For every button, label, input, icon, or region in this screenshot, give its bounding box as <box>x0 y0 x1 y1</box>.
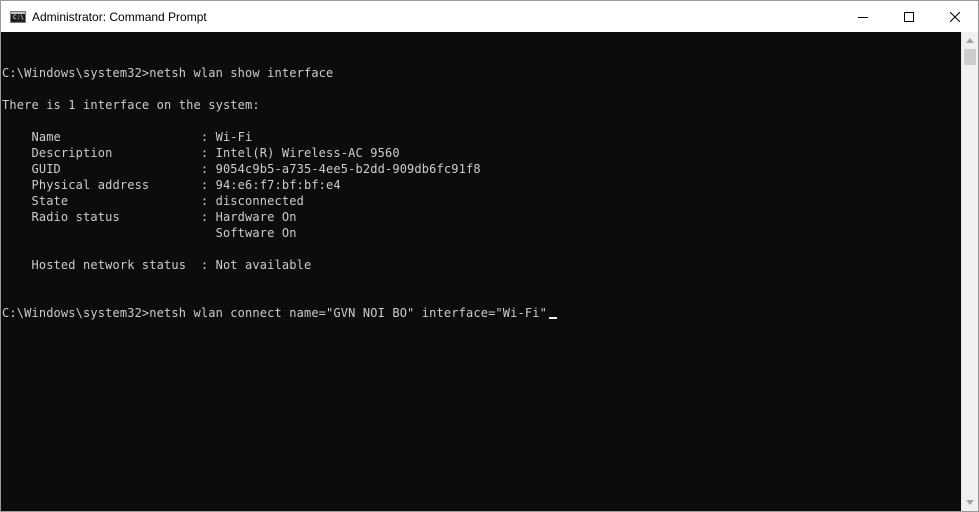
text-cursor <box>548 317 557 319</box>
prompt-line: C:\Windows\system32>netsh wlan connect n… <box>2 306 547 320</box>
maximize-button[interactable] <box>886 1 932 32</box>
console-line: Physical address : 94:e6:f7:bf:bf:e4 <box>31 178 341 192</box>
console-output[interactable]: C:\Windows\system32>netsh wlan show inte… <box>1 32 961 511</box>
vertical-scrollbar[interactable] <box>961 32 978 511</box>
window-controls <box>840 1 978 32</box>
minimize-button[interactable] <box>840 1 886 32</box>
console-line: C:\Windows\system32>netsh wlan show inte… <box>2 66 334 80</box>
close-button[interactable] <box>932 1 978 32</box>
console-line: GUID : 9054c9b5-a735-4ee5-b2dd-909db6fc9… <box>31 162 481 176</box>
window-title: Administrator: Command Prompt <box>32 9 207 24</box>
minimize-icon <box>858 16 868 18</box>
console-history: C:\Windows\system32>netsh wlan show inte… <box>2 66 481 272</box>
cmd-icon-glyph: C:\ <box>13 13 24 21</box>
scroll-down-icon <box>966 500 974 505</box>
console-line: Description : Intel(R) Wireless-AC 9560 <box>31 146 400 160</box>
console-line: Hosted network status : Not available <box>31 258 312 272</box>
console-line: Software On <box>215 226 297 240</box>
cmd-icon[interactable]: C:\ <box>10 10 26 23</box>
scroll-up-icon <box>966 38 974 43</box>
maximize-icon <box>904 11 914 22</box>
console-text: C:\Windows\system32>netsh wlan show inte… <box>1 32 961 321</box>
console-line: State : disconnected <box>31 194 304 208</box>
command-prompt-window: C:\ Administrator: Command Prompt C:\Win… <box>0 0 979 512</box>
scroll-down-button[interactable] <box>962 494 978 511</box>
title-bar[interactable]: C:\ Administrator: Command Prompt <box>1 1 978 32</box>
console-line: There is 1 interface on the system: <box>2 98 260 112</box>
scroll-thumb[interactable] <box>964 49 976 65</box>
close-icon <box>950 11 960 22</box>
console-line: Name : Wi-Fi <box>31 130 253 144</box>
scroll-up-button[interactable] <box>962 32 978 49</box>
console-line: Radio status : Hardware On <box>31 210 297 224</box>
